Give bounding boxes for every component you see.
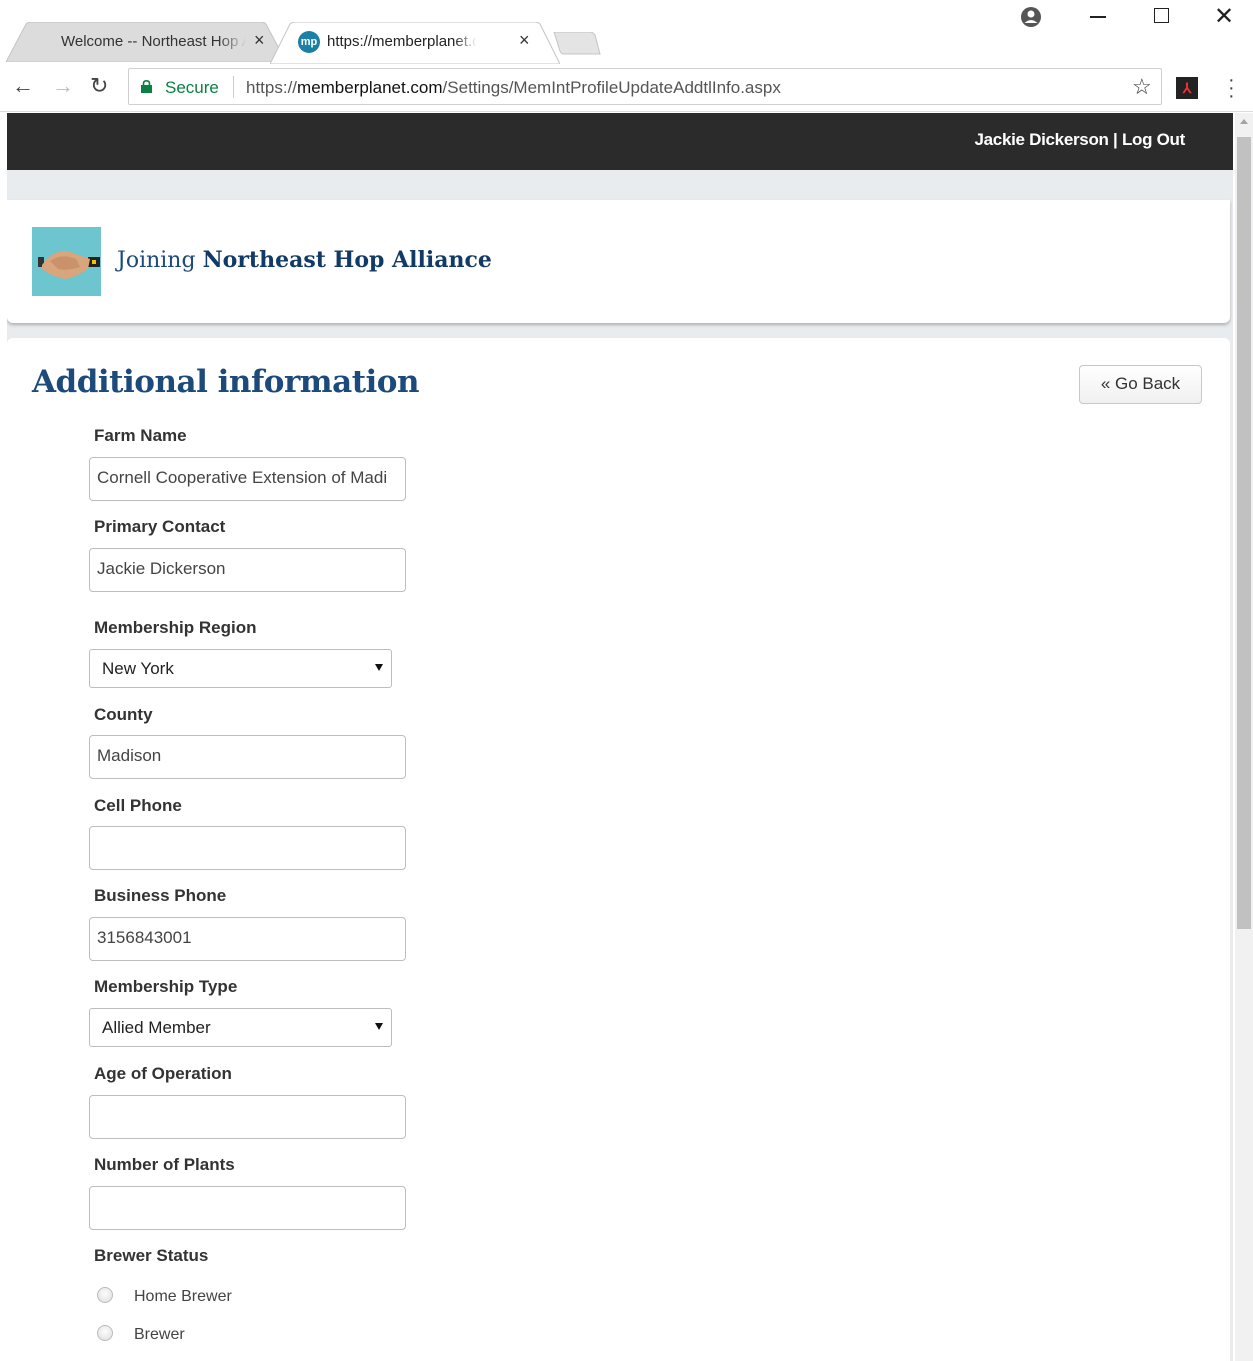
site-topbar: Jackie Dickerson | Log Out <box>7 113 1233 170</box>
logout-link[interactable]: Log Out <box>1122 130 1185 149</box>
minimize-icon[interactable] <box>1090 16 1106 18</box>
number-of-plants-input[interactable] <box>89 1186 406 1230</box>
back-arrow-icon[interactable]: ← <box>12 74 34 98</box>
joining-prefix: Joining <box>117 248 196 273</box>
membership-type-select[interactable]: Allied Member <box>89 1008 392 1047</box>
forward-arrow-icon[interactable]: → <box>52 74 74 98</box>
handshake-logo-icon <box>32 227 101 296</box>
membership-region-value: New York <box>102 659 174 678</box>
org-name: Northeast Hop Alliance <box>202 247 492 273</box>
tab-title: https://memberplanet.com <box>327 33 477 50</box>
browser-tab-welcome[interactable]: Welcome -- Northeast Hop Alliance × <box>6 22 286 62</box>
membership-type-value: Allied Member <box>102 1018 211 1037</box>
business-phone-label: Business Phone <box>94 886 227 905</box>
lock-icon <box>141 80 152 93</box>
farm-name-input[interactable]: Cornell Cooperative Extension of Madi <box>89 457 406 501</box>
url-host: memberplanet.com <box>297 78 443 97</box>
omnibox-divider <box>233 76 234 98</box>
age-of-operation-input[interactable] <box>89 1095 406 1139</box>
membership-region-label: Membership Region <box>94 618 257 637</box>
cell-phone-input[interactable] <box>89 826 406 870</box>
address-bar[interactable]: Secure https://memberplanet.com/Settings… <box>128 68 1162 105</box>
joining-heading: Joining Northeast Hop Alliance <box>117 247 492 273</box>
browser-titlebar: Welcome -- Northeast Hop Alliance × mp h… <box>0 0 1253 64</box>
reload-icon[interactable]: ↻ <box>90 74 108 98</box>
browser-tab-memberplanet[interactable]: mp https://memberplanet.com × <box>270 22 560 64</box>
business-phone-input[interactable]: 3156843001 <box>89 917 406 961</box>
primary-contact-input[interactable]: Jackie Dickerson <box>89 548 406 592</box>
memberplanet-favicon-icon: mp <box>298 31 320 53</box>
brewer-radio[interactable] <box>97 1325 113 1341</box>
home-brewer-radio[interactable] <box>97 1287 113 1303</box>
star-icon[interactable]: ☆ <box>1132 74 1152 100</box>
url-path: /Settings/MemIntProfileUpdateAddtlInfo.a… <box>442 78 781 97</box>
membership-type-label: Membership Type <box>94 977 238 996</box>
county-input[interactable]: Madison <box>89 735 406 779</box>
page-title: Additional information <box>32 364 420 400</box>
url-text: https://memberplanet.com/Settings/MemInt… <box>246 78 781 98</box>
maximize-icon[interactable] <box>1154 8 1169 23</box>
url-scheme: https:// <box>246 78 298 97</box>
dropdown-arrow-icon <box>375 664 383 671</box>
page-viewport: Jackie Dickerson | Log Out Joining North… <box>7 113 1233 1361</box>
home-brewer-label[interactable]: Home Brewer <box>134 1288 232 1306</box>
nav-separator: | <box>1113 130 1118 149</box>
brewer-status-label: Brewer Status <box>94 1246 209 1265</box>
dropdown-arrow-icon <box>375 1023 383 1030</box>
go-back-button[interactable]: « Go Back <box>1079 365 1202 404</box>
scrollbar-thumb[interactable] <box>1237 137 1251 929</box>
profile-icon[interactable] <box>1020 6 1042 28</box>
page-scrollbar[interactable] <box>1235 113 1253 1361</box>
tab-close-icon[interactable]: × <box>254 31 265 49</box>
joining-card: Joining Northeast Hop Alliance <box>7 200 1230 323</box>
membership-region-select[interactable]: New York <box>89 649 392 688</box>
tab-close-icon[interactable]: × <box>519 31 530 49</box>
county-label: County <box>94 705 153 724</box>
pdf-extension-icon[interactable]: ⅄ <box>1176 77 1198 99</box>
number-of-plants-label: Number of Plants <box>94 1155 235 1174</box>
farm-name-label: Farm Name <box>94 426 187 445</box>
user-nav: Jackie Dickerson | Log Out <box>974 130 1185 150</box>
close-icon[interactable]: ✕ <box>1214 2 1234 31</box>
scroll-up-arrow-icon[interactable] <box>1240 119 1248 124</box>
tab-title: Welcome -- Northeast Hop Alliance <box>61 33 246 50</box>
age-of-operation-label: Age of Operation <box>94 1064 232 1083</box>
primary-contact-label: Primary Contact <box>94 517 226 536</box>
kebab-menu-icon[interactable]: · · · <box>1228 70 1235 106</box>
new-tab-button[interactable] <box>552 32 602 56</box>
browser-toolbar: ← → ↻ Secure https://memberplanet.com/Se… <box>0 64 1253 112</box>
brewer-label[interactable]: Brewer <box>134 1326 185 1344</box>
cell-phone-label: Cell Phone <box>94 796 182 815</box>
additional-info-form: Additional information « Go Back Farm Na… <box>7 338 1230 1361</box>
secure-label: Secure <box>165 78 219 97</box>
user-name-link[interactable]: Jackie Dickerson <box>974 130 1108 149</box>
